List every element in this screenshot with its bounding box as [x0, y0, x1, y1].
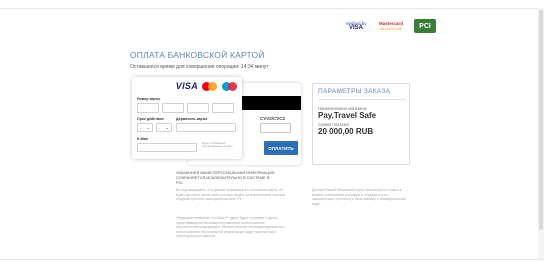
- order-parameters-panel: ПАРАМЕТРЫ ЗАКАЗА Наименование магазина: …: [312, 83, 410, 165]
- order-title: ПАРАМЕТРЫ ЗАКАЗА: [318, 88, 391, 95]
- expiry-month-select[interactable]: - ⌄: [137, 123, 153, 132]
- verified-by-visa-bottom: VISA: [348, 25, 363, 31]
- mastercard-securecode-logo: Mastercard SecureCode: [376, 21, 406, 31]
- visa-logo: VISA: [175, 81, 198, 91]
- card-number-input-4[interactable]: [212, 103, 234, 113]
- chevron-down-icon: ⌄: [165, 125, 169, 130]
- mastercard-icon: [202, 81, 218, 91]
- expiry-label: Срок действия: [137, 117, 164, 121]
- security-note-1: Вы подтверждаете, что данная информация …: [176, 188, 286, 202]
- pay-button[interactable]: ОПЛАТИТЬ: [264, 141, 298, 155]
- cardholder-label: Держатель карты: [176, 117, 208, 121]
- security-heading: УКАЗАННАЯ ВАМИ ПЕРСОНАЛЬНАЯ ИНФОРМАЦИЯ С…: [176, 170, 275, 185]
- scrollbar-thumb[interactable]: [539, 10, 543, 230]
- mastercard-securecode-sub: SecureCode: [379, 26, 403, 31]
- security-logos: Verified by VISA Mastercard SecureCode P…: [344, 18, 436, 34]
- card-number-label: Номер карты: [137, 97, 161, 101]
- chevron-down-icon: ⌄: [146, 125, 150, 130]
- email-label: E-Mail: [137, 137, 148, 141]
- verified-by-visa-logo: Verified by VISA: [344, 21, 368, 31]
- order-divider: [318, 99, 406, 100]
- security-side-note: Данные Вашей банковской карты используют…: [312, 188, 406, 206]
- pci-dss-logo: PCI: [414, 19, 436, 33]
- session-timer: Оставшееся время для совершения операции…: [130, 64, 269, 70]
- card-number-input-2[interactable]: [162, 103, 184, 113]
- card-number-field: [137, 103, 234, 113]
- expiry-selects: - ⌄ - ⌄: [137, 123, 172, 132]
- page-title: ОПЛАТА БАНКОВСКОЙ КАРТОЙ: [130, 50, 265, 60]
- email-input[interactable]: [137, 143, 197, 152]
- store-name-value: Pay.Travel Safe: [318, 111, 377, 120]
- expiry-year-value: -: [159, 125, 161, 130]
- bottom-divider: [0, 259, 544, 260]
- cvv-input[interactable]: [260, 123, 291, 133]
- card-number-input-1[interactable]: [137, 103, 159, 113]
- card-brand-logos: VISA: [176, 81, 238, 91]
- scrollbar[interactable]: [538, 8, 544, 259]
- card-number-input-3[interactable]: [187, 103, 209, 113]
- maestro-icon: [222, 81, 238, 91]
- cardholder-input[interactable]: [176, 123, 236, 132]
- email-hint: Будет отправлено подтверждение оплаты: [202, 141, 233, 149]
- payment-amount-value: 20 000,00 RUB: [318, 127, 374, 136]
- expiry-year-select[interactable]: - ⌄: [156, 123, 172, 132]
- security-note-2: Обращаем внимание, что Ваш IP адрес буде…: [176, 216, 285, 239]
- top-divider: [0, 8, 544, 9]
- expiry-month-value: -: [140, 125, 142, 130]
- card-front-panel: VISA Номер карты Срок действия - ⌄ - ⌄ Д…: [132, 77, 242, 159]
- cvv-label: CVV2/CVC2: [260, 116, 286, 121]
